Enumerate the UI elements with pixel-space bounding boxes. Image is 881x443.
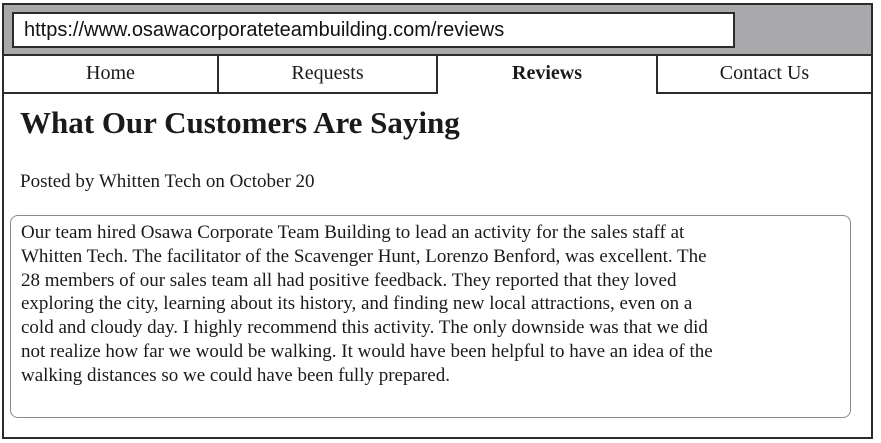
review-card: Our team hired Osawa Corporate Team Buil… — [10, 215, 851, 418]
tab-home[interactable]: Home — [4, 56, 219, 94]
site-nav: Home Requests Reviews Contact Us — [4, 56, 871, 98]
review-byline: Posted by Whitten Tech on October 20 — [20, 171, 315, 192]
tab-reviews[interactable]: Reviews — [438, 56, 656, 96]
review-text-line: Whitten Tech. The facilitator of the Sca… — [21, 245, 707, 267]
review-text-line: walking distances so we could have been … — [21, 364, 450, 386]
browser-toolbar: https://www.osawacorporateteambuilding.c… — [4, 5, 871, 56]
review-text-line: cold and cloudy day. I highly recommend … — [21, 317, 708, 339]
review-text-line: not realize how far we would be walking.… — [21, 340, 713, 362]
address-bar[interactable]: https://www.osawacorporateteambuilding.c… — [12, 12, 735, 48]
tab-requests[interactable]: Requests — [219, 56, 438, 94]
browser-window: https://www.osawacorporateteambuilding.c… — [2, 3, 873, 439]
tab-contact-us[interactable]: Contact Us — [656, 56, 871, 94]
review-text-line: Our team hired Osawa Corporate Team Buil… — [21, 222, 685, 243]
page-title: What Our Customers Are Saying — [20, 105, 460, 140]
review-text-line: exploring the city, learning about its h… — [21, 293, 693, 315]
review-text-line: 28 members of our sales team all had pos… — [21, 269, 677, 291]
